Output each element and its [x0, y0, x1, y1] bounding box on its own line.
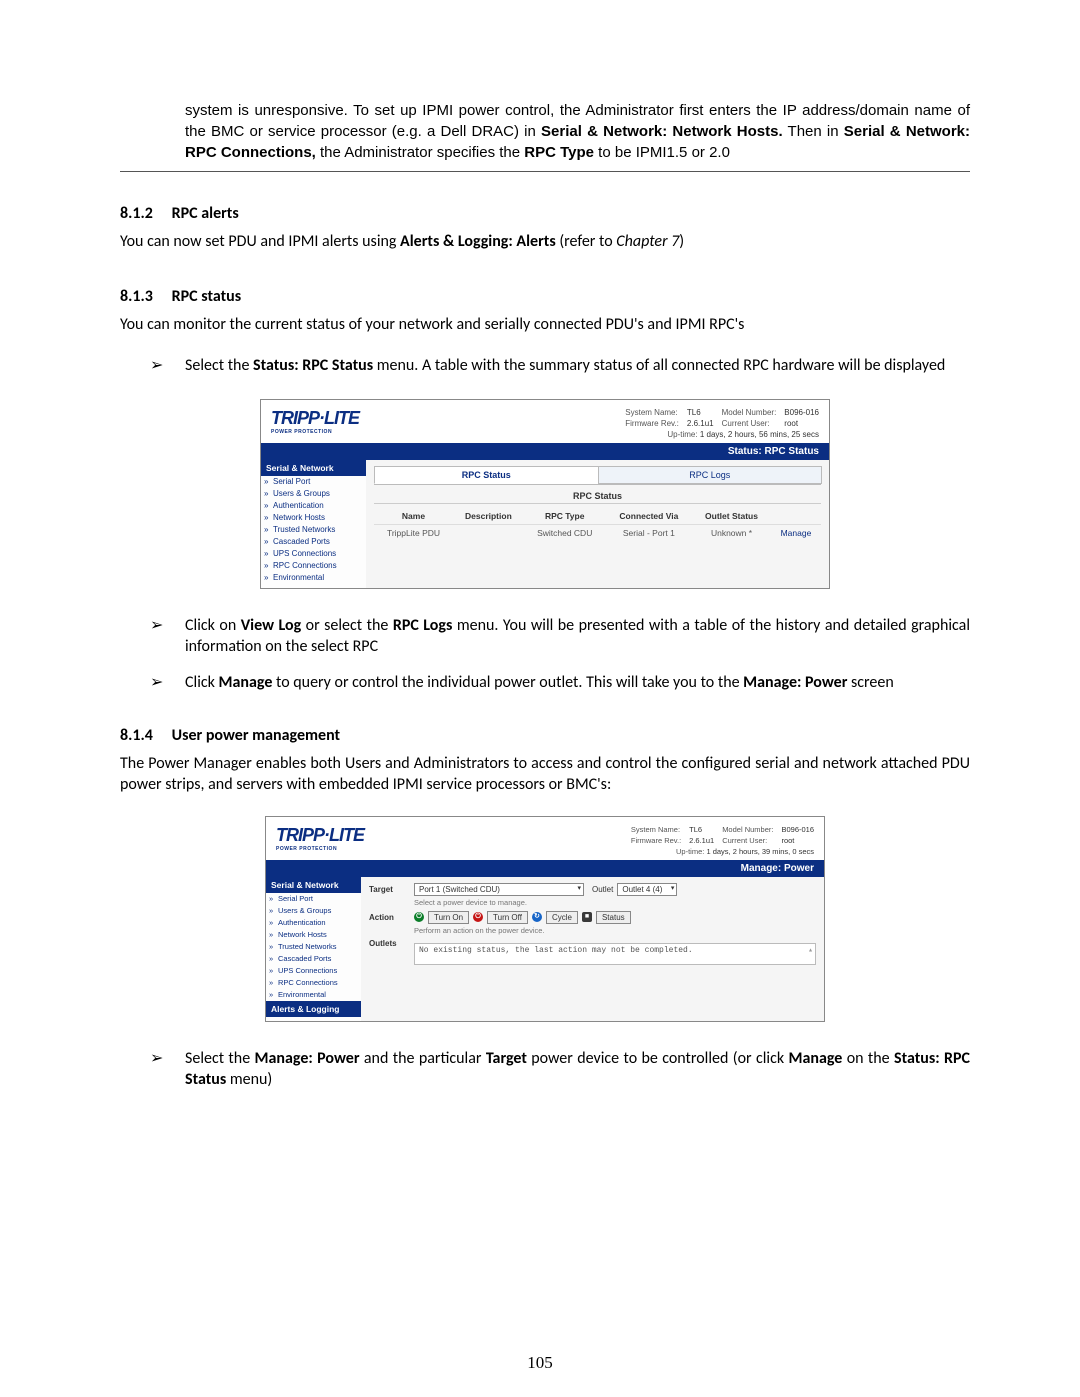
- target-select[interactable]: Port 1 (Switched CDU): [414, 883, 584, 896]
- outlets-label: Outlets: [369, 939, 414, 948]
- power-on-icon: ⏻: [414, 912, 424, 922]
- heading-814: 8.1.4 User power management: [120, 726, 970, 745]
- sidebar-item[interactable]: Environmental: [266, 989, 361, 1001]
- system-meta: System Name:TL6 Model Number:B096-016 Fi…: [625, 408, 819, 439]
- bullet-813-1: Select the Status: RPC Status menu. A ta…: [140, 355, 970, 377]
- heading-812-num: 8.1.2: [120, 204, 168, 223]
- sidebar-item[interactable]: Trusted Networks: [266, 941, 361, 953]
- body-814-intro: The Power Manager enables both Users and…: [120, 753, 970, 796]
- intro-t2: Then in: [783, 123, 844, 140]
- heading-813: 8.1.3 RPC status: [120, 287, 970, 306]
- target-hint: Select a power device to manage.: [414, 898, 816, 907]
- page-title-bar: Status: RPC Status: [261, 443, 829, 460]
- tab-rpc-status[interactable]: RPC Status: [374, 466, 599, 484]
- system-meta: System Name:TL6 Model Number:B096-016 Fi…: [631, 825, 814, 856]
- sidebar-item[interactable]: Authentication: [266, 917, 361, 929]
- screenshot-rpc-status: TRIPP·LITE System Name:TL6 Model Number:…: [260, 399, 830, 589]
- sidebar-item[interactable]: Trusted Networks: [261, 524, 366, 536]
- outlet-label: Outlet: [592, 885, 613, 894]
- screenshot-manage-power: TRIPP·LITE System Name:TL6 Model Number:…: [265, 816, 825, 1022]
- sidebar-item[interactable]: Environmental: [261, 572, 366, 584]
- heading-813-title: RPC status: [172, 287, 241, 306]
- sidebar-item[interactable]: Serial Port: [266, 893, 361, 905]
- table-row: TrippLite PDU Switched CDU Serial - Port…: [374, 524, 821, 541]
- sidebar-item[interactable]: Network Hosts: [261, 512, 366, 524]
- sidebar-item[interactable]: RPC Connections: [266, 977, 361, 989]
- outlet-select[interactable]: Outlet 4 (4): [617, 883, 677, 896]
- sidebar-header: Serial & Network: [261, 460, 366, 476]
- bullet-813-2: Click on View Log or select the RPC Logs…: [140, 615, 970, 658]
- sidebar-header: Serial & Network: [266, 877, 361, 893]
- outlets-output: No existing status, the last action may …: [414, 943, 816, 965]
- tripplite-logo: TRIPP·LITE: [271, 408, 359, 435]
- intro-b1: Serial & Network: Network Hosts.: [541, 123, 783, 140]
- sidebar: Serial & Network Serial Port Users & Gro…: [261, 460, 366, 588]
- sidebar-item[interactable]: Cascaded Ports: [261, 536, 366, 548]
- action-hint: Perform an action on the power device.: [414, 926, 816, 935]
- sidebar-item[interactable]: UPS Connections: [261, 548, 366, 560]
- heading-812: 8.1.2 RPC alerts: [120, 204, 970, 223]
- cycle-button[interactable]: Cycle: [546, 911, 578, 924]
- turn-on-button[interactable]: Turn On: [428, 911, 469, 924]
- body-812: You can now set PDU and IPMI alerts usin…: [120, 231, 970, 253]
- manage-link[interactable]: Manage: [781, 528, 812, 538]
- group-title: RPC Status: [374, 489, 821, 504]
- bullet-814-1: Select the Manage: Power and the particu…: [140, 1048, 970, 1091]
- intro-note: system is unresponsive. To set up IPMI p…: [120, 100, 970, 172]
- sidebar-item[interactable]: Authentication: [261, 500, 366, 512]
- heading-814-num: 8.1.4: [120, 726, 168, 745]
- target-label: Target: [369, 885, 414, 894]
- intro-t4: to be IPMI1.5 or 2.0: [594, 144, 730, 161]
- bullet-813-3: Click Manage to query or control the ind…: [140, 672, 970, 694]
- status-icon: ■: [582, 912, 592, 922]
- heading-814-title: User power management: [172, 726, 340, 745]
- power-off-icon: ⏻: [473, 912, 483, 922]
- heading-812-title: RPC alerts: [172, 204, 239, 223]
- sidebar-item[interactable]: Network Hosts: [266, 929, 361, 941]
- status-button[interactable]: Status: [596, 911, 631, 924]
- sidebar-item[interactable]: RPC Connections: [261, 560, 366, 572]
- action-label: Action: [369, 913, 414, 922]
- cycle-icon: ↻: [532, 912, 542, 922]
- page-title-bar: Manage: Power: [266, 860, 824, 877]
- body-813-intro: You can monitor the current status of yo…: [120, 314, 970, 336]
- sidebar-item[interactable]: UPS Connections: [266, 965, 361, 977]
- intro-b3: RPC Type: [524, 144, 594, 161]
- rpc-table: Name Description RPC Type Connected Via …: [374, 508, 821, 541]
- tripplite-logo: TRIPP·LITE: [276, 825, 364, 852]
- sidebar-item[interactable]: Cascaded Ports: [266, 953, 361, 965]
- intro-t3: the Administrator specifies the: [316, 144, 524, 161]
- sidebar-item[interactable]: Serial Port: [261, 476, 366, 488]
- tab-rpc-logs[interactable]: RPC Logs: [598, 466, 823, 484]
- sidebar: Serial & Network Serial Port Users & Gro…: [266, 877, 361, 1021]
- heading-813-num: 8.1.3: [120, 287, 168, 306]
- sidebar-item[interactable]: Users & Groups: [266, 905, 361, 917]
- sidebar-header-alerts: Alerts & Logging: [266, 1001, 361, 1017]
- turn-off-button[interactable]: Turn Off: [487, 911, 528, 924]
- sidebar-item[interactable]: Users & Groups: [261, 488, 366, 500]
- page-number: 105: [0, 1353, 1080, 1373]
